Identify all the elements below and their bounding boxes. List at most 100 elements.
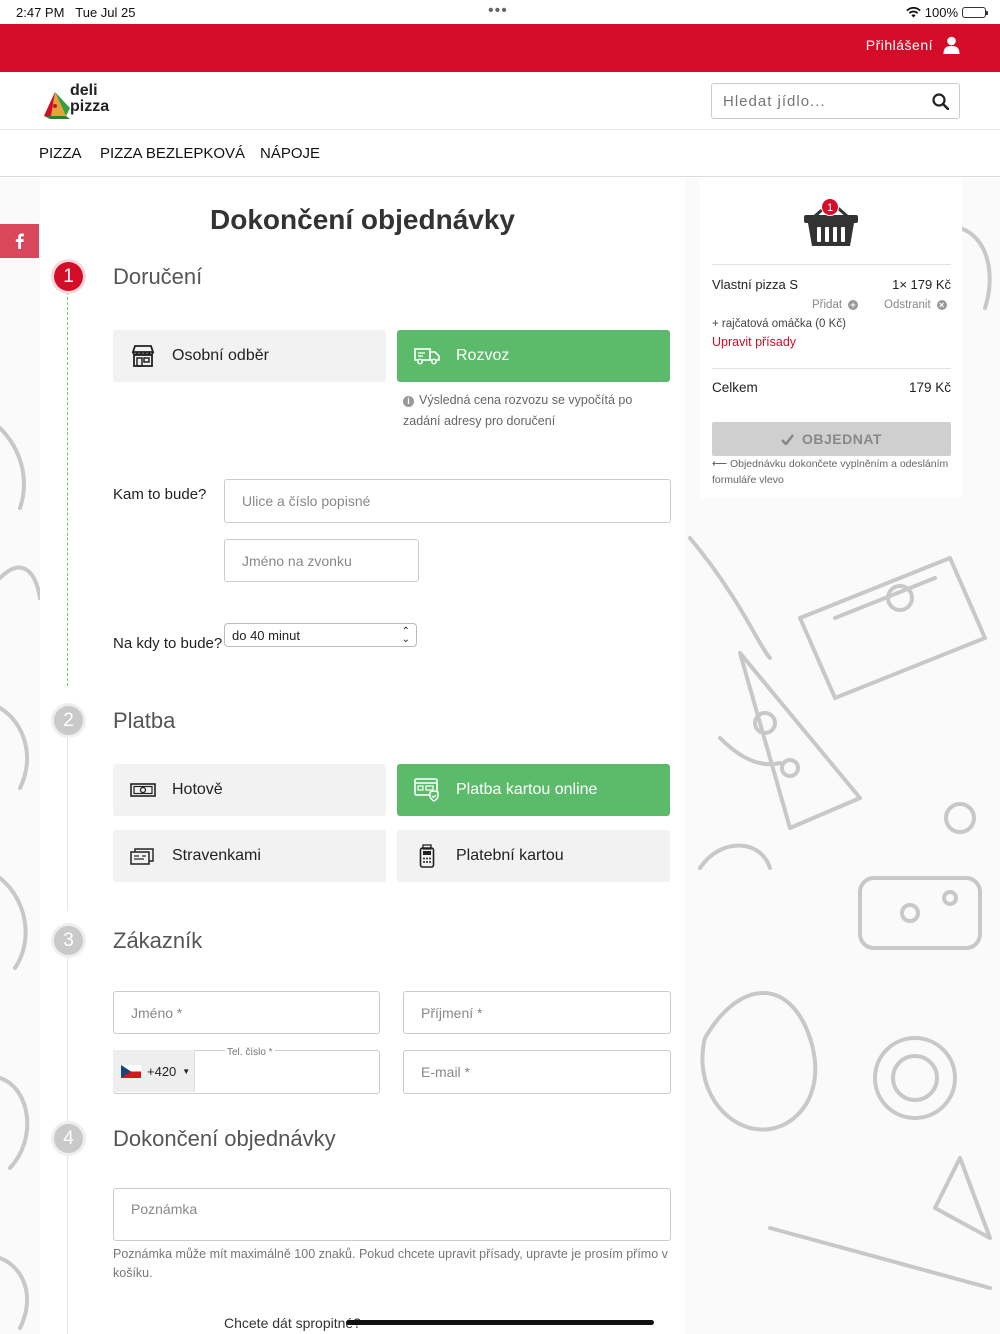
checkout-form: Dokončení objednávky 1 Doručení Osobní o… bbox=[40, 178, 685, 1334]
delivery-price-info: i Výsledná cena rozvozu se vypočítá po za… bbox=[403, 390, 653, 432]
cart-item-remove-label: Odstranit bbox=[884, 299, 931, 311]
payment-option-card-terminal[interactable]: Platební kartou bbox=[397, 830, 670, 882]
login-label: Přihlášení bbox=[865, 37, 933, 53]
card-terminal-icon bbox=[414, 844, 440, 868]
facebook-button[interactable] bbox=[0, 224, 39, 258]
wifi-icon bbox=[906, 7, 921, 18]
payment-option-card-terminal-label: Platební kartou bbox=[456, 847, 564, 864]
category-nav: PIZZA PIZZA BEZLEPKOVÁ NÁPOJE bbox=[0, 130, 1000, 177]
street-input[interactable]: Ulice a číslo popisné bbox=[224, 479, 671, 523]
logo-line2: pizza bbox=[70, 98, 110, 115]
delivery-option-delivery-label: Rozvoz bbox=[456, 347, 510, 364]
delivery-van-icon bbox=[414, 344, 440, 368]
payment-option-card-online-label: Platba kartou online bbox=[456, 781, 598, 798]
page-title: Dokončení objednávky bbox=[210, 204, 515, 235]
status-right: 100% bbox=[906, 5, 988, 20]
step-title-finish: Dokončení objednávky bbox=[113, 1126, 336, 1151]
first-name-input[interactable]: Jméno * bbox=[113, 991, 380, 1034]
doorbell-name-input[interactable]: Jméno na zvonku bbox=[224, 539, 419, 582]
order-button-label: OBJEDNAT bbox=[802, 431, 882, 447]
step-number-2: 2 bbox=[54, 706, 83, 735]
delivery-time-select[interactable]: do 40 minut ⌃ ⌄ bbox=[224, 623, 417, 647]
cart-item-name: Vlastní pizza S bbox=[712, 277, 798, 292]
delivery-time-value: do 40 minut bbox=[232, 627, 300, 643]
select-arrows-icon: ⌃ ⌄ bbox=[401, 626, 410, 645]
logo-text: deli pizza bbox=[70, 83, 109, 115]
cart-item-add-label: Přidat bbox=[812, 299, 843, 311]
phone-prefix-value: +420 bbox=[147, 1063, 177, 1079]
search-input[interactable] bbox=[712, 84, 912, 118]
timeline-connector-4 bbox=[67, 1154, 68, 1334]
last-name-input[interactable]: Příjmení * bbox=[403, 991, 671, 1034]
note-help-text: Poznámka může mít maximálně 100 znaků. P… bbox=[113, 1247, 668, 1280]
online-card-icon bbox=[414, 778, 440, 802]
cart-count-badge: 1 bbox=[821, 198, 839, 216]
payment-option-vouchers-label: Stravenkami bbox=[172, 847, 261, 864]
battery-icon bbox=[962, 7, 988, 18]
check-icon bbox=[781, 433, 795, 445]
delivery-option-pickup[interactable]: Osobní odběr bbox=[113, 330, 386, 382]
search-icon[interactable] bbox=[932, 93, 949, 110]
email-input[interactable]: E-mail * bbox=[403, 1050, 671, 1094]
cart-divider-top bbox=[712, 264, 951, 265]
order-button[interactable]: OBJEDNAT bbox=[712, 422, 951, 456]
logo-line1: deli bbox=[70, 82, 98, 99]
vouchers-icon bbox=[130, 844, 156, 868]
cart-total-value: 179 Kč bbox=[908, 380, 951, 395]
timeline-connector-1 bbox=[67, 292, 68, 686]
tip-question: Chcete dát spropitné? bbox=[224, 1315, 361, 1331]
nav-item-pizza-bezlepkova[interactable]: PIZZA BEZLEPKOVÁ bbox=[100, 145, 245, 162]
status-bar: 2:47 PM Tue Jul 25 ••• 100% bbox=[0, 0, 1000, 24]
nav-item-napoje[interactable]: NÁPOJE bbox=[260, 145, 320, 162]
where-label: Kam to bude? bbox=[113, 486, 207, 503]
step-number-3: 3 bbox=[54, 926, 83, 955]
delivery-price-info-text: Výsledná cena rozvozu se vypočítá po zad… bbox=[403, 393, 633, 428]
edit-toppings-link[interactable]: Upravit přísady bbox=[712, 335, 796, 349]
home-indicator[interactable] bbox=[346, 1320, 654, 1325]
cart-item-remove-button[interactable]: Odstranit × bbox=[884, 299, 947, 311]
phone-prefix-select[interactable]: +420 ▼ bbox=[113, 1050, 195, 1092]
order-hint-text: ⟵ Objednávku dokončete vyplněním a odesl… bbox=[712, 458, 949, 486]
site-logo[interactable]: deli pizza bbox=[42, 82, 122, 122]
remove-circle-icon: × bbox=[936, 300, 947, 310]
note-textarea[interactable]: Poznámka bbox=[113, 1188, 671, 1241]
phone-label: Tel. číslo * bbox=[225, 1047, 275, 1058]
search-box[interactable] bbox=[711, 83, 960, 119]
status-time-text: 2:47 PM bbox=[16, 5, 65, 20]
info-icon: i bbox=[403, 396, 414, 407]
cart-item-topping: + rajčatová omáčka (0 Kč) bbox=[712, 318, 846, 330]
cart-divider-bottom bbox=[712, 368, 951, 369]
battery-percent: 100% bbox=[924, 5, 958, 20]
plus-circle-icon: + bbox=[848, 300, 859, 310]
payment-option-vouchers[interactable]: Stravenkami bbox=[113, 830, 386, 882]
step-title-payment: Platba bbox=[113, 708, 176, 733]
multitask-dots-icon[interactable]: ••• bbox=[488, 2, 508, 20]
delivery-option-pickup-label: Osobní odběr bbox=[172, 347, 269, 364]
when-label: Na kdy to bude? bbox=[113, 635, 223, 652]
step-title-delivery: Doručení bbox=[113, 264, 203, 289]
payment-option-card-online[interactable]: Platba kartou online bbox=[397, 764, 670, 816]
store-icon bbox=[130, 344, 156, 368]
cash-icon bbox=[130, 778, 156, 802]
payment-option-cash-label: Hotově bbox=[172, 781, 223, 798]
top-bar: Přihlášení bbox=[0, 24, 1000, 72]
pizza-logo-icon bbox=[44, 92, 70, 119]
user-icon bbox=[943, 36, 960, 54]
timeline-connector-2 bbox=[67, 735, 68, 911]
caret-down-icon: ▼ bbox=[182, 1066, 191, 1076]
nav-item-pizza[interactable]: PIZZA bbox=[39, 145, 82, 162]
site-header: deli pizza bbox=[0, 72, 1000, 130]
czech-flag-icon bbox=[121, 1064, 141, 1078]
status-date: Tue Jul 25 bbox=[75, 5, 136, 20]
delivery-option-delivery[interactable]: Rozvoz bbox=[397, 330, 670, 382]
cart-item-add-button[interactable]: Přidat + bbox=[812, 299, 859, 311]
timeline-connector-3 bbox=[67, 956, 68, 1124]
step-title-customer: Zákazník bbox=[113, 928, 203, 953]
step-number-4: 4 bbox=[54, 1124, 83, 1153]
cart-item-qty-price: 1× 179 Kč bbox=[892, 277, 951, 292]
step-number-1: 1 bbox=[54, 262, 83, 291]
payment-option-cash[interactable]: Hotově bbox=[113, 764, 386, 816]
login-button[interactable]: Přihlášení bbox=[866, 36, 960, 54]
status-time: 2:47 PM Tue Jul 25 bbox=[16, 5, 136, 20]
cart-panel: 1 Vlastní pizza S 1× 179 Kč Přidat + Ods… bbox=[700, 178, 962, 498]
